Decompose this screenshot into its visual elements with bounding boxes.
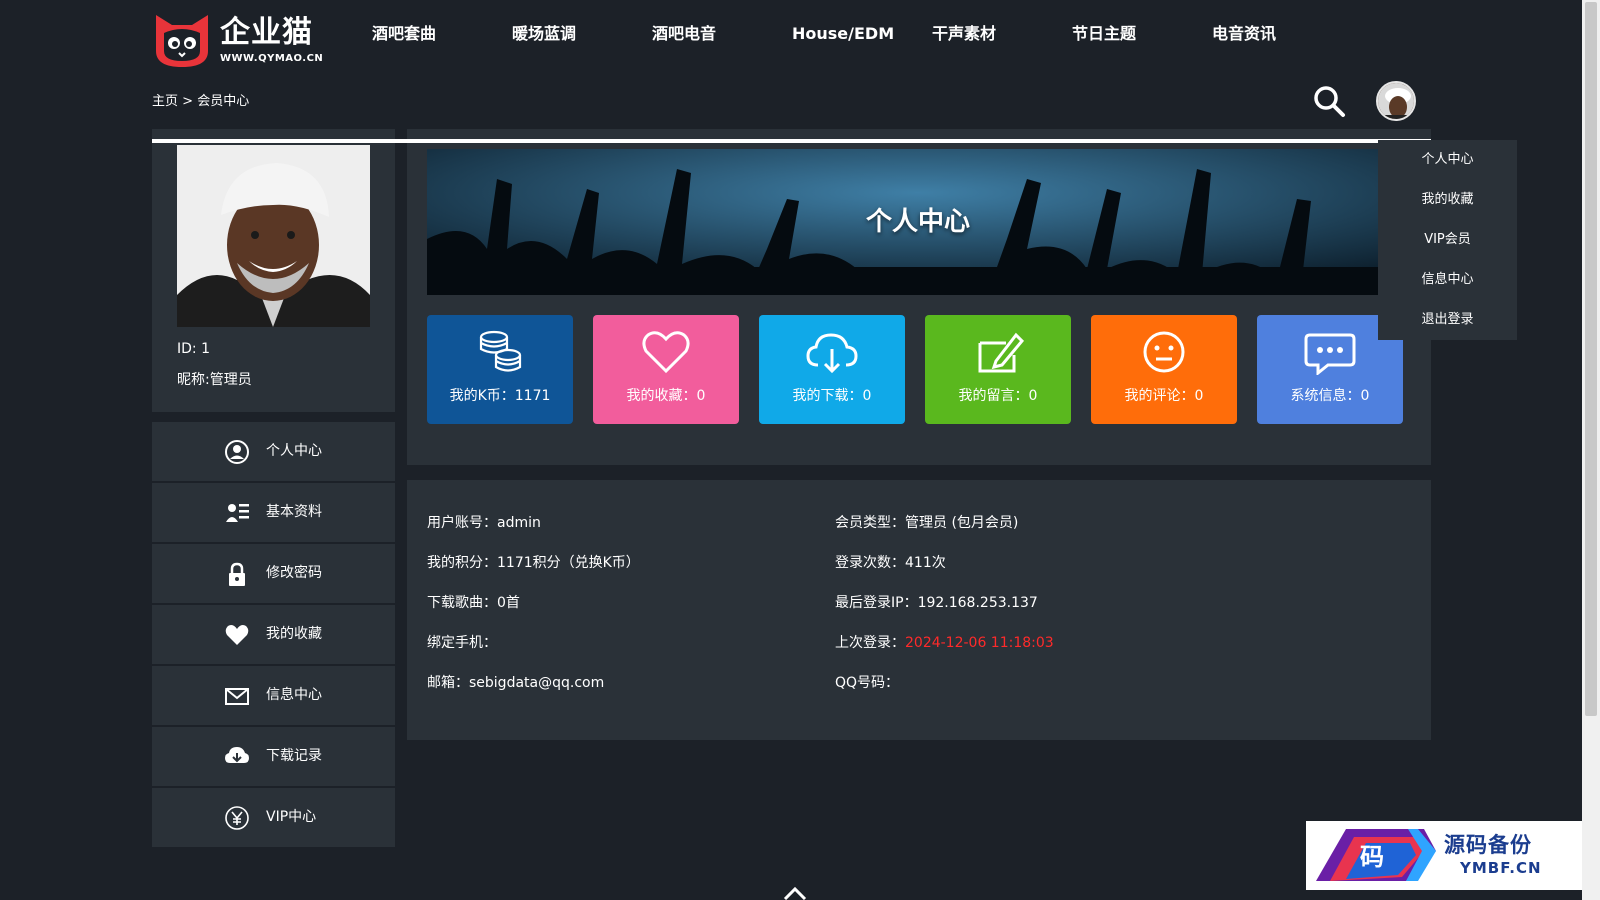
smile-icon bbox=[1143, 331, 1185, 373]
sidebar-item-label: 修改密码 bbox=[266, 565, 322, 581]
profile-card: ID: 1 昵称:管理员 bbox=[152, 129, 395, 412]
account-info-panel: 用户账号：admin 我的积分：1171积分（兑换K币） 下载歌曲：0首 绑定手… bbox=[407, 480, 1431, 740]
sidebar-item-label: 基本资料 bbox=[266, 504, 322, 520]
info-downloads: 下载歌曲：0首 bbox=[427, 595, 520, 611]
stat-card[interactable]: 我的评论：0 bbox=[1091, 315, 1237, 424]
cloud-download-icon bbox=[225, 747, 249, 763]
info-phone: 绑定手机： bbox=[427, 635, 497, 651]
sidebar-item[interactable]: 个人中心 bbox=[152, 422, 395, 481]
yen-circle-icon bbox=[225, 806, 249, 830]
stat-card[interactable]: 我的K币：1171 bbox=[427, 315, 573, 424]
info-account: 用户账号：admin bbox=[427, 515, 541, 531]
breadcrumb-current: 会员中心 bbox=[197, 94, 250, 109]
info-login-count: 登录次数：411次 bbox=[835, 555, 946, 571]
nav-item[interactable]: 节日主题 bbox=[1072, 22, 1136, 46]
last-login-label: 上次登录： bbox=[835, 635, 905, 651]
nav-item[interactable]: 酒吧电音 bbox=[652, 22, 716, 46]
info-member-type: 会员类型：管理员 (包月会员) bbox=[835, 515, 1019, 531]
nav-item[interactable]: House/EDM bbox=[792, 22, 894, 46]
stat-label: 我的K币：1171 bbox=[449, 388, 551, 404]
stat-label: 我的评论：0 bbox=[1124, 388, 1204, 404]
lock-icon bbox=[229, 562, 245, 586]
watermark-text: 源码备份 bbox=[1444, 833, 1532, 857]
dropdown-item[interactable]: VIP会员 bbox=[1378, 220, 1517, 260]
heart-icon bbox=[225, 625, 249, 645]
info-qq: QQ号码： bbox=[835, 675, 900, 691]
user-circle-icon bbox=[225, 440, 249, 464]
stat-label: 系统信息：0 bbox=[1290, 388, 1370, 404]
chat-icon bbox=[1304, 333, 1356, 375]
sidebar-item[interactable]: 信息中心 bbox=[152, 666, 395, 725]
stat-card[interactable]: 我的留言：0 bbox=[925, 315, 1071, 424]
stat-card[interactable]: 我的下载：0 bbox=[759, 315, 905, 424]
nav-item[interactable]: 酒吧套曲 bbox=[372, 22, 436, 46]
stat-label: 我的留言：0 bbox=[958, 388, 1038, 404]
edit-icon bbox=[978, 332, 1025, 373]
dashboard-panel: 个人中心 我的K币：1171 我的收藏：0 我的下载：0 我的留言：0 我的评论：0 系统… bbox=[152, 129, 1431, 465]
sidebar-item-label: 我的收藏 bbox=[266, 626, 322, 642]
stat-label: 我的收藏：0 bbox=[626, 388, 706, 404]
breadcrumb-separator: > bbox=[178, 94, 198, 109]
profile-nickname: 昵称:管理员 bbox=[177, 372, 252, 388]
nav-item[interactable]: 干声素材 bbox=[932, 22, 996, 46]
breadcrumb-home[interactable]: 主页 bbox=[152, 94, 178, 109]
dropdown-item[interactable]: 信息中心 bbox=[1378, 260, 1517, 300]
user-dropdown-menu: 个人中心 我的收藏 VIP会员 信息中心 退出登录 bbox=[1378, 140, 1517, 340]
site-logo[interactable]: 企业猫 WWW.QYMAO.CN bbox=[152, 13, 324, 69]
sidebar-item[interactable]: 基本资料 bbox=[152, 483, 395, 542]
watermark-badge: 码 源码备份 YMBF.CN bbox=[1306, 821, 1586, 890]
coins-icon bbox=[479, 330, 522, 372]
sidebar-item-label: 信息中心 bbox=[266, 687, 322, 703]
info-last-ip: 最后登录IP：192.168.253.137 bbox=[835, 595, 1038, 611]
chevron-up-icon[interactable] bbox=[783, 886, 807, 900]
avatar-portrait-icon bbox=[1378, 83, 1414, 119]
nav-item[interactable]: 暖场蓝调 bbox=[512, 22, 576, 46]
profile-id: ID: 1 bbox=[177, 341, 210, 357]
logo-url: WWW.QYMAO.CN bbox=[220, 53, 324, 64]
id-card-icon bbox=[226, 504, 249, 522]
search-icon[interactable] bbox=[1312, 84, 1346, 118]
nav-item[interactable]: 电音资讯 bbox=[1212, 22, 1276, 46]
divider-line bbox=[152, 139, 1431, 143]
sidebar-item-label: 个人中心 bbox=[266, 443, 322, 459]
info-email: 邮箱：sebigdata@qq.com bbox=[427, 675, 605, 691]
stat-label: 我的下载：0 bbox=[792, 388, 872, 404]
sidebar-item[interactable]: 修改密码 bbox=[152, 544, 395, 603]
sidebar-item[interactable]: VIP中心 bbox=[152, 788, 395, 847]
dropdown-item[interactable]: 我的收藏 bbox=[1378, 180, 1517, 220]
cat-logo-icon bbox=[156, 15, 208, 67]
user-avatar[interactable] bbox=[1376, 81, 1416, 121]
sidebar-menu: 个人中心基本资料修改密码我的收藏信息中心下载记录 VIP中心 bbox=[152, 422, 395, 849]
stat-card[interactable]: 我的收藏：0 bbox=[593, 315, 739, 424]
breadcrumb: 主页 > 会员中心 bbox=[152, 90, 249, 109]
dropdown-item[interactable]: 退出登录 bbox=[1378, 300, 1517, 340]
page-scrollbar[interactable] bbox=[1582, 0, 1600, 900]
envelope-icon bbox=[225, 688, 249, 705]
banner-title: 个人中心 bbox=[865, 207, 970, 237]
sidebar-item[interactable]: 下载记录 bbox=[152, 727, 395, 786]
sidebar-item-label: VIP中心 bbox=[266, 809, 317, 825]
watermark-badge-char: 码 bbox=[1360, 843, 1384, 871]
info-points: 我的积分：1171积分（兑换K币） bbox=[427, 555, 640, 571]
profile-photo bbox=[177, 145, 370, 327]
scrollbar-thumb[interactable] bbox=[1585, 2, 1597, 716]
dropdown-item[interactable]: 个人中心 bbox=[1378, 140, 1517, 180]
info-last-login: 上次登录：2024-12-06 11:18:03 bbox=[835, 632, 1054, 652]
banner: 个人中心 bbox=[427, 149, 1409, 295]
sidebar-item-label: 下载记录 bbox=[266, 748, 322, 764]
cloud-download-icon bbox=[806, 333, 858, 374]
watermark-url: YMBF.CN bbox=[1460, 859, 1542, 877]
logo-text: 企业猫 bbox=[220, 15, 313, 50]
last-login-time: 2024-12-06 11:18:03 bbox=[905, 635, 1054, 651]
sidebar-item[interactable]: 我的收藏 bbox=[152, 605, 395, 664]
heart-outline-icon bbox=[642, 331, 690, 374]
